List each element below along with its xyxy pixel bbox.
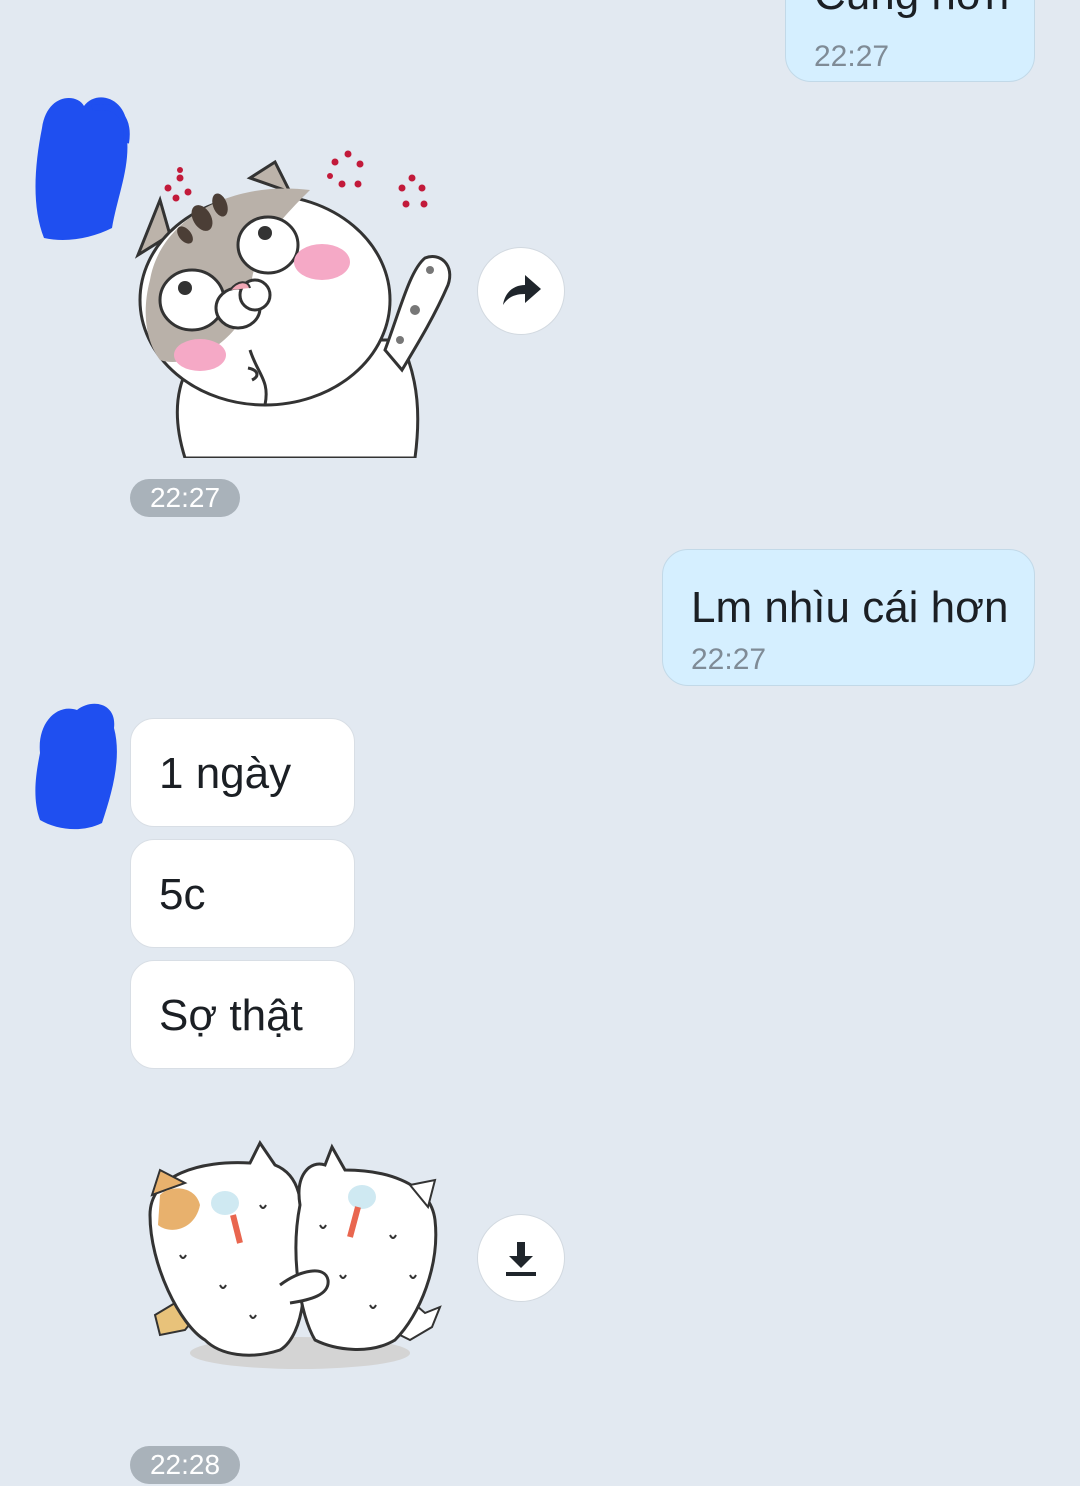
message-text: Cũng hơn — [814, 0, 1009, 17]
outgoing-message-bubble[interactable]: Cũng hơn 22:27 — [785, 0, 1035, 82]
message-text: Sợ thật — [159, 991, 303, 1040]
two-scared-cats-sticker[interactable] — [140, 1135, 455, 1375]
message-text: Lm nhìu cái hơn — [691, 583, 1009, 632]
message-time-pill: 22:27 — [130, 479, 240, 517]
forward-button[interactable] — [477, 247, 565, 335]
outgoing-message-bubble[interactable]: Lm nhìu cái hơn 22:27 — [662, 549, 1035, 686]
incoming-message-bubble[interactable]: 1 ngày — [130, 718, 355, 827]
download-button[interactable] — [477, 1214, 565, 1302]
forward-icon — [503, 275, 541, 305]
message-time: 22:27 — [691, 643, 767, 676]
message-time: 22:27 — [814, 40, 890, 73]
message-text: 5c — [159, 870, 206, 919]
message-text: 1 ngày — [159, 749, 292, 798]
download-icon — [506, 1242, 536, 1276]
sender-avatar-redacted[interactable] — [22, 698, 122, 858]
sender-avatar-redacted[interactable] — [22, 88, 130, 248]
message-time-pill: 22:28 — [130, 1446, 240, 1484]
cat-blushing-sticker[interactable] — [130, 140, 465, 460]
incoming-message-bubble[interactable]: 5c — [130, 839, 355, 948]
incoming-message-bubble[interactable]: Sợ thật — [130, 960, 355, 1069]
